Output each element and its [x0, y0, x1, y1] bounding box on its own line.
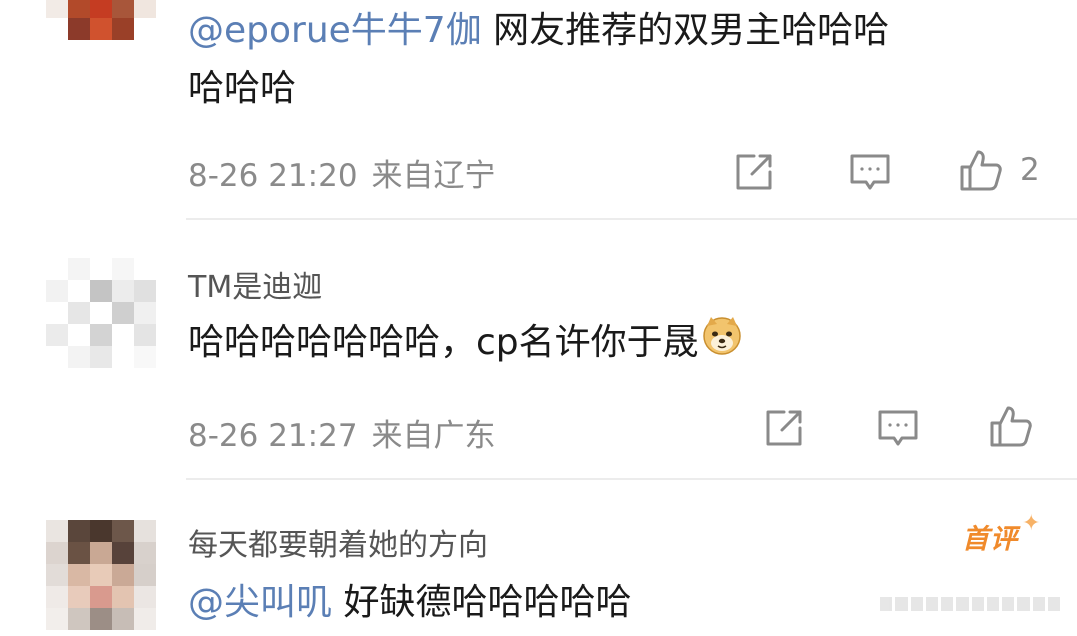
watermark	[880, 597, 1060, 615]
comment-meta: 8-26 21:27 来自广东	[188, 410, 496, 455]
first-comment-badge-label: 首评	[962, 524, 1018, 555]
comment-text-line: 哈哈哈	[188, 68, 297, 109]
share-icon	[762, 406, 806, 450]
mention-link[interactable]: @eporue牛牛7伽	[188, 10, 482, 51]
like-count: 2	[1020, 152, 1040, 188]
like-button[interactable]: 2	[958, 148, 1040, 192]
thumbs-up-icon	[958, 147, 1004, 193]
location: 来自辽宁	[371, 158, 496, 194]
comment-meta: 8-26 21:20 来自辽宁	[188, 150, 496, 195]
comment-text-line: 好缺德哈哈哈哈哈	[332, 582, 632, 623]
like-button[interactable]	[988, 404, 1034, 448]
comment-item: @eporue牛牛7伽 网友推荐的双男主哈哈哈 哈哈哈 8-26 21:20 来自…	[0, 0, 1077, 220]
avatar[interactable]	[46, 520, 156, 630]
comment-text: 哈哈哈哈哈哈哈，cp名许你于晟	[188, 314, 1048, 374]
sparkle-icon: ✦	[1022, 511, 1042, 536]
timestamp: 8-26 21:27	[188, 418, 358, 454]
share-button[interactable]	[732, 150, 776, 194]
comment-button[interactable]	[848, 150, 892, 194]
comment-button[interactable]	[876, 406, 920, 450]
avatar[interactable]	[46, 258, 156, 368]
share-icon	[732, 150, 776, 194]
comment-text-line: 网友推荐的双男主哈哈哈	[481, 10, 890, 51]
timestamp: 8-26 21:20	[188, 158, 358, 194]
mention-link[interactable]: @尖叫叽	[188, 582, 332, 623]
first-comment-badge: 首评 ✦	[962, 511, 1040, 556]
username[interactable]: TM是迪迦	[188, 262, 322, 306]
location: 来自广东	[371, 418, 496, 454]
share-button[interactable]	[762, 406, 806, 450]
comment-item: TM是迪迦 哈哈哈哈哈哈哈，cp名许你于晟 8-26 21:27 来自广东	[0, 220, 1077, 480]
avatar[interactable]	[46, 0, 156, 62]
comment-text: @eporue牛牛7伽 网友推荐的双男主哈哈哈 哈哈哈	[188, 2, 1048, 118]
username[interactable]: 每天都要朝着她的方向	[188, 520, 488, 564]
thumbs-up-icon	[988, 403, 1034, 449]
comment-icon	[848, 150, 892, 194]
comment-text-line: 哈哈哈哈哈哈哈，cp名许你于晟	[188, 322, 699, 363]
doge-emoji	[701, 314, 743, 374]
comment-icon	[876, 406, 920, 450]
